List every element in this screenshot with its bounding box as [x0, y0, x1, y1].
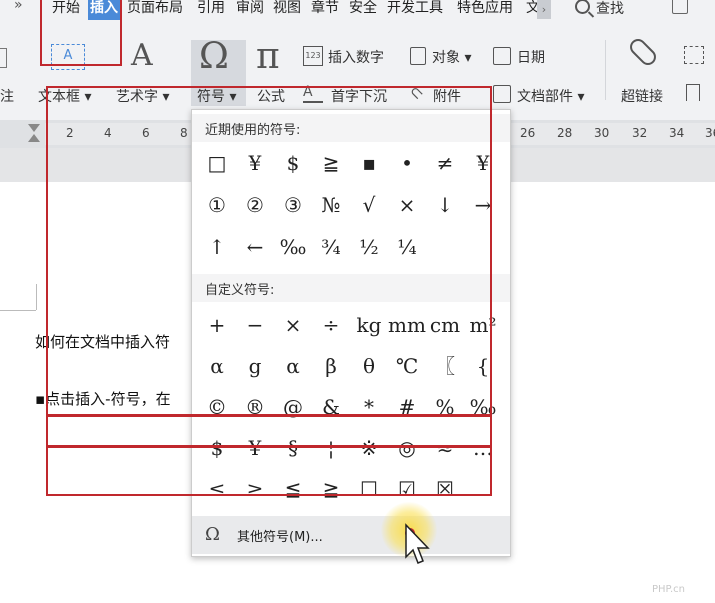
tab-page-layout[interactable]: 页面布局	[127, 0, 183, 20]
docparts-button[interactable]: 文档部件 ▾	[517, 86, 584, 106]
date-button[interactable]: 日期	[517, 47, 545, 67]
annotation-box-row	[46, 415, 492, 447]
watermark: PHP.cn	[651, 584, 685, 595]
tab-security[interactable]: 安全	[349, 0, 377, 20]
search-button[interactable]: 查找	[575, 0, 624, 18]
annotation-box-row-2	[46, 446, 492, 496]
separator	[605, 40, 606, 100]
hanging-indent-icon[interactable]	[28, 134, 40, 142]
more-symbols-button[interactable]: Ω 其他符号(M)...	[192, 516, 510, 554]
annotation-box-insert-tab	[40, 0, 122, 66]
cursor-arrow-icon	[405, 523, 430, 564]
margin-corner	[0, 310, 36, 311]
calendar-icon	[493, 47, 511, 65]
pi-icon[interactable]: π	[256, 36, 280, 77]
link-icon[interactable]	[626, 35, 660, 69]
partial-icon	[0, 48, 7, 68]
docparts-icon	[493, 85, 511, 103]
omega-icon: Ω	[199, 36, 229, 77]
margin-corner	[36, 284, 37, 310]
ruler-number: 30	[594, 126, 610, 140]
partial-label[interactable]: 注	[0, 86, 14, 106]
ruler-number: 32	[632, 126, 648, 140]
ruler-number: 28	[557, 126, 573, 140]
search-label: 查找	[596, 1, 624, 17]
search-icon	[575, 0, 590, 14]
indent-marker-icon[interactable]	[28, 124, 40, 132]
object-button[interactable]: 对象 ▾	[432, 47, 471, 67]
bookmark-icon[interactable]	[686, 84, 700, 101]
more-symbols-label: 其他符号(M)...	[237, 530, 323, 545]
annotation-box-symbols	[46, 86, 492, 416]
ruler-number: 34	[669, 126, 685, 140]
number-icon: 123	[303, 46, 323, 66]
ruler-number: 36	[705, 126, 715, 140]
tab-features[interactable]: 特色应用	[457, 0, 513, 20]
tab-references[interactable]: 引用	[197, 0, 225, 20]
chevron-left-icon[interactable]: »	[14, 0, 23, 13]
wordart-icon[interactable]: A	[131, 38, 153, 73]
omega-icon: Ω	[205, 524, 220, 545]
share-icon[interactable]	[672, 0, 688, 14]
ruler-number: 26	[520, 126, 536, 140]
more-tabs-button[interactable]: ›	[537, 0, 551, 19]
hyperlink-button[interactable]: 超链接	[621, 86, 663, 106]
tab-view[interactable]: 视图	[273, 0, 301, 20]
insert-number-button[interactable]: 插入数字	[328, 47, 384, 67]
crop-icon[interactable]	[684, 46, 704, 64]
object-icon	[410, 47, 426, 65]
tab-chapter[interactable]: 章节	[311, 0, 339, 20]
tab-review[interactable]: 审阅	[236, 0, 264, 20]
tab-developer[interactable]: 开发工具	[387, 0, 443, 20]
